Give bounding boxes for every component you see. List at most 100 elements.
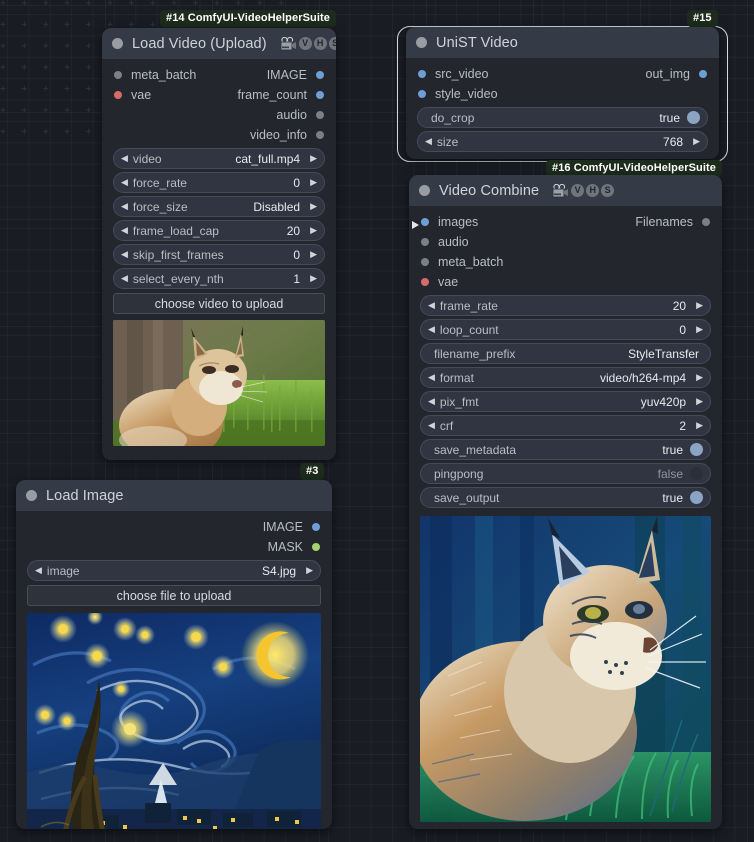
left-arrow-icon[interactable]: ◀ — [428, 325, 435, 334]
left-arrow-icon[interactable]: ◀ — [121, 250, 128, 259]
collapse-dot-icon[interactable] — [416, 37, 427, 48]
widget-value-frame-load-cap: 20 — [286, 223, 301, 238]
widget-pingpong[interactable]: pingpong false — [420, 463, 711, 484]
output-slot-dot-mask[interactable] — [312, 543, 320, 551]
node-title-bar-load-video[interactable]: Load Video (Upload) V H S — [102, 28, 336, 59]
badge-icon-h: H — [313, 37, 327, 50]
toggle-pingpong[interactable] — [690, 467, 703, 480]
left-arrow-icon[interactable]: ◀ — [428, 421, 435, 430]
input-slot-dot-audio[interactable] — [421, 238, 429, 246]
input-slot-dot-meta-batch[interactable] — [421, 258, 429, 266]
output-slot-dot-audio[interactable] — [316, 111, 324, 119]
starry-night — [27, 613, 321, 829]
widget-value-save-output: true — [662, 490, 683, 505]
right-arrow-icon[interactable]: ▶ — [310, 226, 317, 235]
widget-force-size[interactable]: ◀ force_size Disabled ▶ — [113, 196, 325, 217]
widget-frame-rate[interactable]: ◀ frame_rate 20 ▶ — [420, 295, 711, 316]
choose-file-to-upload-button[interactable]: choose file to upload — [27, 585, 321, 606]
node-title-bar-unist-video[interactable]: UniST Video — [406, 27, 719, 58]
right-arrow-icon[interactable]: ▶ — [696, 373, 703, 382]
widget-force-rate[interactable]: ◀ force_rate 0 ▶ — [113, 172, 325, 193]
toggle-save-output[interactable] — [690, 491, 703, 504]
left-arrow-icon[interactable]: ◀ — [121, 154, 128, 163]
widget-loop-count[interactable]: ◀ loop_count 0 ▶ — [420, 319, 711, 340]
widget-frame-load-cap[interactable]: ◀ frame_load_cap 20 ▶ — [113, 220, 325, 241]
output-slot-dot-video-info[interactable] — [316, 131, 324, 139]
widget-value-crf: 2 — [679, 418, 687, 433]
input-slot-label-audio: audio — [438, 235, 469, 249]
left-arrow-icon[interactable]: ◀ — [121, 274, 128, 283]
output-slot-dot-out-img[interactable] — [699, 70, 707, 78]
node-title-bar-video-combine[interactable]: Video Combine V H S — [409, 175, 722, 206]
node-badge-load-image: #3 — [300, 463, 325, 480]
right-arrow-icon[interactable]: ▶ — [310, 202, 317, 211]
collapse-dot-icon[interactable] — [112, 38, 123, 49]
widget-label-do-crop: do_crop — [431, 110, 475, 125]
toggle-do-crop[interactable] — [687, 111, 700, 124]
slot-row: style_video — [406, 84, 719, 104]
collapse-dot-icon[interactable] — [419, 185, 430, 196]
right-arrow-icon[interactable]: ▶ — [696, 397, 703, 406]
left-arrow-icon[interactable]: ◀ — [428, 301, 435, 310]
widget-pix-fmt[interactable]: ◀ pix_fmt yuv420p ▶ — [420, 391, 711, 412]
input-slot-dot-src-video[interactable] — [418, 70, 426, 78]
widget-select-every-nth[interactable]: ◀ select_every_nth 1 ▶ — [113, 268, 325, 289]
left-arrow-icon[interactable]: ◀ — [121, 202, 128, 211]
slot-row: meta_batch IMAGE — [102, 65, 336, 85]
node-load-image[interactable]: Load Image IMAGE MASK ◀ image S4.jpg ▶ c… — [16, 480, 332, 829]
widget-video[interactable]: ◀ video cat_full.mp4 ▶ — [113, 148, 325, 169]
left-arrow-icon[interactable]: ◀ — [425, 137, 432, 146]
right-arrow-icon[interactable]: ▶ — [310, 178, 317, 187]
left-arrow-icon[interactable]: ◀ — [121, 226, 128, 235]
output-slot-dot-image[interactable] — [316, 71, 324, 79]
node-load-video[interactable]: Load Video (Upload) V H S meta_batch IMA… — [102, 28, 336, 460]
right-arrow-icon[interactable]: ▶ — [310, 250, 317, 259]
right-arrow-icon[interactable]: ▶ — [310, 274, 317, 283]
choose-video-to-upload-button[interactable]: choose video to upload — [113, 293, 325, 314]
node-video-combine[interactable]: Video Combine V H S images Filenames aud… — [409, 175, 722, 829]
right-arrow-icon[interactable]: ▶ — [693, 137, 700, 146]
node-title-video-combine: Video Combine — [439, 182, 540, 199]
input-slot-label-vae: vae — [438, 275, 459, 289]
input-slot-dot-vae[interactable] — [114, 91, 122, 99]
widget-image[interactable]: ◀ image S4.jpg ▶ — [27, 560, 321, 581]
output-slot-dot-frame-count[interactable] — [316, 91, 324, 99]
right-arrow-icon[interactable]: ▶ — [696, 325, 703, 334]
toggle-save-metadata[interactable] — [690, 443, 703, 456]
output-slot-label-image: IMAGE — [266, 68, 307, 82]
node-body-load-video: meta_batch IMAGE vae frame_count audio v… — [102, 59, 336, 456]
widget-crf[interactable]: ◀ crf 2 ▶ — [420, 415, 711, 436]
input-slot-dot-images[interactable] — [421, 218, 429, 226]
collapse-dot-icon[interactable] — [26, 490, 37, 501]
widget-value-force-rate: 0 — [293, 175, 301, 190]
node-body-video-combine: images Filenames audio meta_batch vae ◀ … — [409, 206, 722, 829]
left-arrow-icon[interactable]: ◀ — [121, 178, 128, 187]
output-slot-dot-image[interactable] — [312, 523, 320, 531]
slot-row: IMAGE — [16, 517, 332, 537]
widget-save-metadata[interactable]: save_metadata true — [420, 439, 711, 460]
input-slot-dot-meta-batch[interactable] — [114, 71, 122, 79]
widget-skip-first-frames[interactable]: ◀ skip_first_frames 0 ▶ — [113, 244, 325, 265]
left-arrow-icon[interactable]: ◀ — [428, 397, 435, 406]
widget-size[interactable]: ◀ size 768 ▶ — [417, 131, 708, 152]
widget-value-size: 768 — [663, 134, 684, 149]
widget-label-force-rate: force_rate — [132, 175, 187, 190]
widget-filename-prefix[interactable]: filename_prefix StyleTransfer — [420, 343, 711, 364]
left-arrow-icon[interactable]: ◀ — [35, 566, 42, 575]
widget-format[interactable]: ◀ format video/h264-mp4 ▶ — [420, 367, 711, 388]
node-unist-video[interactable]: UniST Video src_video out_img style_vide… — [406, 27, 719, 159]
widget-label-loop-count: loop_count — [439, 322, 499, 337]
widget-do-crop[interactable]: do_crop true — [417, 107, 708, 128]
right-arrow-icon[interactable]: ▶ — [310, 154, 317, 163]
input-slot-dot-style-video[interactable] — [418, 90, 426, 98]
right-arrow-icon[interactable]: ▶ — [306, 566, 313, 575]
input-slot-dot-vae[interactable] — [421, 278, 429, 286]
right-arrow-icon[interactable]: ▶ — [696, 301, 703, 310]
left-arrow-icon[interactable]: ◀ — [428, 373, 435, 382]
input-slot-label-meta-batch: meta_batch — [438, 255, 504, 269]
right-arrow-icon[interactable]: ▶ — [696, 421, 703, 430]
node-title-bar-load-image[interactable]: Load Image — [16, 480, 332, 511]
widget-value-save-metadata: true — [662, 442, 683, 457]
output-slot-dot-filenames[interactable] — [702, 218, 710, 226]
widget-save-output[interactable]: save_output true — [420, 487, 711, 508]
